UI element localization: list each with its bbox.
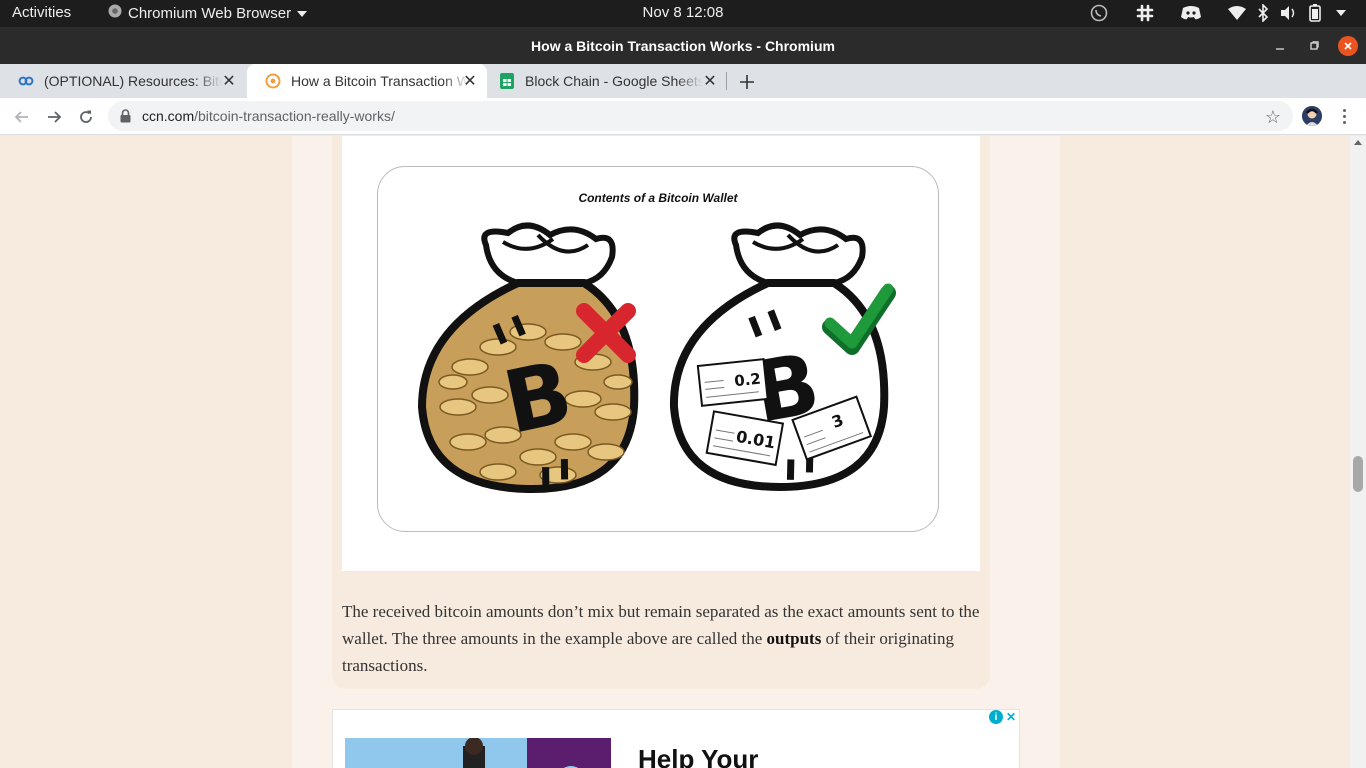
forward-arrow-icon — [48, 111, 62, 123]
tab-label: Block Chain - Google Sheets — [525, 73, 703, 89]
browser-menu-icon[interactable] — [1337, 105, 1351, 127]
system-tray[interactable] — [1078, 3, 1352, 23]
window-title-bar[interactable]: How a Bitcoin Transaction Works - Chromi… — [0, 27, 1366, 64]
advertisement[interactable]: Help Your i ✕ — [332, 709, 1020, 768]
activities-button[interactable]: Activities — [12, 4, 71, 21]
back-button[interactable] — [10, 105, 34, 129]
system-top-bar: Activities Chromium Web Browser Nov 8 12… — [0, 0, 1366, 27]
para-bold-outputs: outputs — [766, 629, 822, 648]
tab-close-icon[interactable]: ✕ — [220, 72, 238, 90]
window-title: How a Bitcoin Transaction Works - Chromi… — [531, 38, 835, 54]
tab-separator — [726, 72, 727, 90]
web-page: Contents of a Bitcoin Wallet B B 0.2 0.0… — [0, 136, 1350, 768]
url-text[interactable]: ccn.com/bitcoin-transaction-really-works… — [142, 108, 395, 124]
whatsapp-icon[interactable] — [1088, 3, 1110, 23]
clock[interactable]: Nov 8 12:08 — [643, 4, 724, 21]
plus-icon — [740, 75, 754, 89]
ad-headline[interactable]: Help Your — [638, 744, 758, 768]
profile-avatar[interactable] — [1302, 106, 1322, 126]
ad-info-icon[interactable]: i — [989, 710, 1003, 724]
google-sheets-icon — [499, 73, 515, 89]
ccn-icon — [265, 73, 281, 89]
tab-label: (OPTIONAL) Resources: Bitcoin — [44, 73, 222, 89]
bookmark-star-icon[interactable]: ☆ — [1265, 107, 1281, 128]
address-bar[interactable]: ccn.com/bitcoin-transaction-really-works… — [108, 101, 1293, 131]
chevron-down-icon — [297, 5, 308, 22]
app-menu-label: Chromium Web Browser — [128, 4, 292, 22]
reload-button[interactable] — [74, 105, 98, 129]
tab-label: How a Bitcoin Transaction Works — [291, 73, 469, 89]
chromium-icon — [108, 4, 122, 22]
close-icon — [1344, 42, 1352, 50]
wallet-illustration: Contents of a Bitcoin Wallet B B 0.2 0.0… — [377, 166, 939, 532]
output-amount-1: 0.2 — [733, 370, 761, 391]
tab-strip: (OPTIONAL) Resources: Bitcoin ✕ How a Bi… — [0, 64, 1366, 98]
scroll-up-icon[interactable] — [1354, 140, 1362, 145]
article-figure: Contents of a Bitcoin Wallet B B 0.2 0.0… — [342, 136, 980, 571]
system-menu-chevron-icon[interactable] — [1330, 3, 1352, 23]
page-scrollbar[interactable] — [1350, 136, 1366, 768]
reload-icon — [80, 110, 92, 123]
new-tab-button[interactable] — [736, 71, 758, 93]
coursera-icon — [18, 73, 34, 89]
wifi-icon[interactable] — [1226, 3, 1248, 23]
money-bags-illustration: B B 0.2 0.01 3 — [417, 222, 896, 494]
ad-image-secondary[interactable] — [527, 738, 611, 768]
close-window-button[interactable] — [1338, 36, 1358, 56]
ad-close-icon[interactable]: ✕ — [1004, 710, 1018, 724]
discord-icon[interactable] — [1180, 3, 1202, 23]
tab-bitcoin-transaction[interactable]: How a Bitcoin Transaction Works ✕ — [247, 64, 487, 98]
scrollbar-thumb[interactable] — [1353, 456, 1363, 492]
volume-icon[interactable] — [1278, 3, 1300, 23]
url-domain: ccn.com — [142, 108, 195, 124]
lock-icon[interactable] — [120, 109, 131, 126]
forward-button[interactable] — [42, 105, 66, 129]
coin-bag-icon: B — [417, 222, 639, 494]
ad-image[interactable] — [345, 737, 527, 768]
tab-block-chain-sheet[interactable]: Block Chain - Google Sheets ✕ — [487, 64, 727, 98]
tab-close-icon[interactable]: ✕ — [701, 72, 719, 90]
maximize-icon[interactable] — [1304, 36, 1324, 56]
output-bag-icon: B 0.2 0.01 3 — [669, 222, 889, 492]
minimize-icon[interactable] — [1270, 36, 1290, 56]
article-paragraph: The received bitcoin amounts don’t mix b… — [342, 598, 986, 679]
slack-icon[interactable] — [1134, 3, 1156, 23]
tab-close-icon[interactable]: ✕ — [461, 72, 479, 90]
tab-resources[interactable]: (OPTIONAL) Resources: Bitcoin ✕ — [0, 64, 246, 98]
bluetooth-icon[interactable] — [1252, 3, 1274, 23]
browser-toolbar: ccn.com/bitcoin-transaction-really-works… — [0, 98, 1366, 135]
battery-icon[interactable] — [1304, 3, 1326, 23]
app-menu[interactable]: Chromium Web Browser — [108, 4, 308, 22]
url-path: /bitcoin-transaction-really-works/ — [194, 108, 395, 124]
back-arrow-icon — [14, 111, 28, 123]
